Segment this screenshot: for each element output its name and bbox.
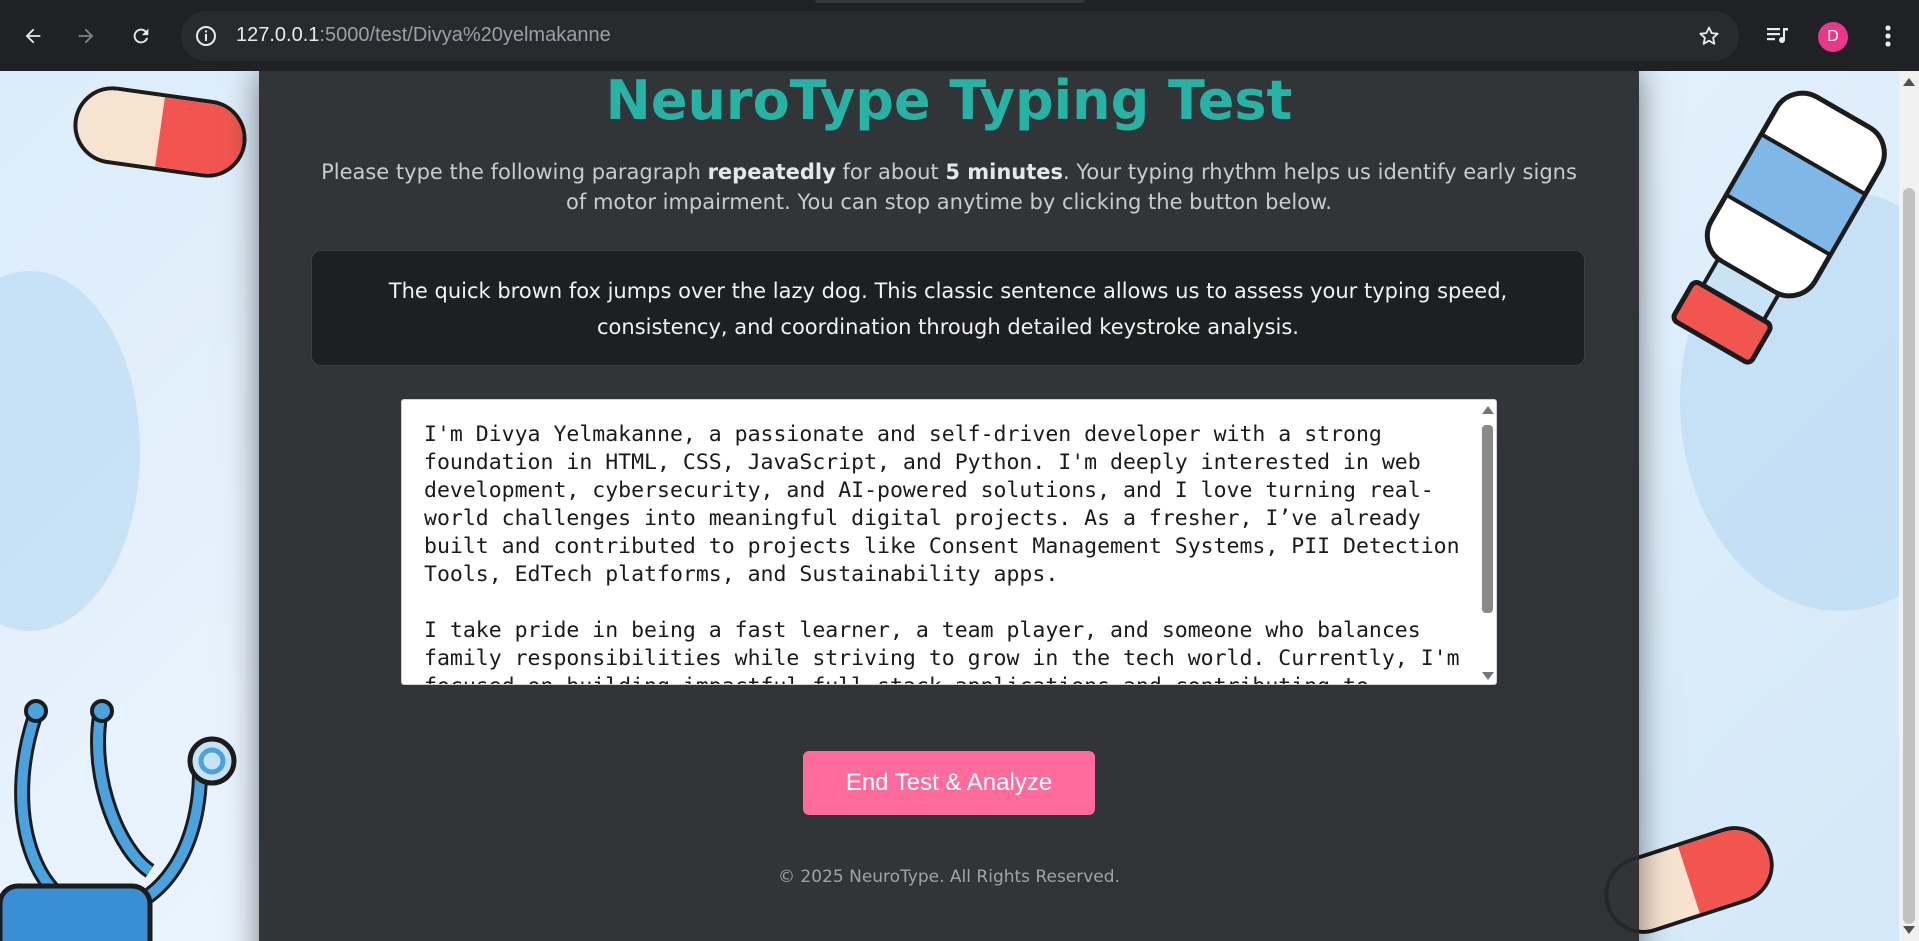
media-controls-icon[interactable]: [1764, 22, 1792, 50]
reload-icon: [133, 28, 149, 44]
scrollbar-thumb[interactable]: [1903, 188, 1915, 924]
url-host: 127.0.0.1: [236, 24, 320, 46]
forward-button[interactable]: [66, 16, 106, 56]
page-scrollbar[interactable]: [1899, 71, 1919, 941]
scroll-down-arrow-icon[interactable]: [1482, 672, 1494, 680]
tab-strip-edge: [815, 0, 1085, 3]
pill-decoration-icon: [68, 81, 252, 183]
end-test-button[interactable]: End Test & Analyze: [803, 751, 1095, 815]
profile-avatar[interactable]: D: [1818, 22, 1848, 52]
back-button[interactable]: [13, 16, 53, 56]
instructions-emphasis: repeatedly: [707, 160, 836, 184]
arrow-left-icon: [25, 28, 41, 44]
footer-copyright: © 2025 NeuroType. All Rights Reserved.: [778, 867, 1120, 887]
bookmark-star-icon[interactable]: [1697, 24, 1721, 48]
sample-paragraph: The quick brown fox jumps over the lazy …: [311, 250, 1585, 366]
background-blob: [0, 271, 140, 631]
site-info-icon[interactable]: [194, 24, 218, 48]
typing-area-scrollbar[interactable]: [1479, 400, 1496, 684]
instructions-part: for about: [835, 160, 946, 184]
medicine-bottle-decoration-icon: [1671, 90, 1887, 365]
address-bar[interactable]: 127.0.0.1:5000/test/Divya%20yelmakanne: [181, 11, 1739, 61]
instructions-text: Please type the following paragraph repe…: [309, 157, 1589, 217]
url-text: 127.0.0.1:5000/test/Divya%20yelmakanne: [236, 24, 611, 47]
stethoscope-decoration-icon: [0, 699, 237, 941]
reload-button[interactable]: [121, 16, 161, 56]
test-card: NeuroType Typing Test Please type the fo…: [259, 71, 1639, 941]
scrollbar-thumb[interactable]: [1482, 425, 1493, 613]
scroll-down-arrow-icon[interactable]: [1903, 926, 1915, 934]
scroll-up-arrow-icon[interactable]: [1482, 406, 1494, 414]
instructions-emphasis: 5 minutes: [945, 160, 1063, 184]
url-path: :5000/test/Divya%20yelmakanne: [319, 24, 611, 46]
page-viewport: NeuroType Typing Test Please type the fo…: [0, 71, 1899, 941]
typed-text[interactable]: I'm Divya Yelmakanne, a passionate and s…: [424, 421, 1464, 684]
page-title: NeuroType Typing Test: [605, 71, 1293, 132]
typing-input[interactable]: I'm Divya Yelmakanne, a passionate and s…: [401, 399, 1497, 685]
more-menu-icon[interactable]: [1874, 20, 1902, 52]
instructions-part: Please type the following paragraph: [321, 160, 708, 184]
arrow-right-icon: [78, 28, 94, 44]
scroll-up-arrow-icon[interactable]: [1903, 78, 1915, 86]
browser-toolbar: 127.0.0.1:5000/test/Divya%20yelmakanne D: [0, 0, 1919, 71]
